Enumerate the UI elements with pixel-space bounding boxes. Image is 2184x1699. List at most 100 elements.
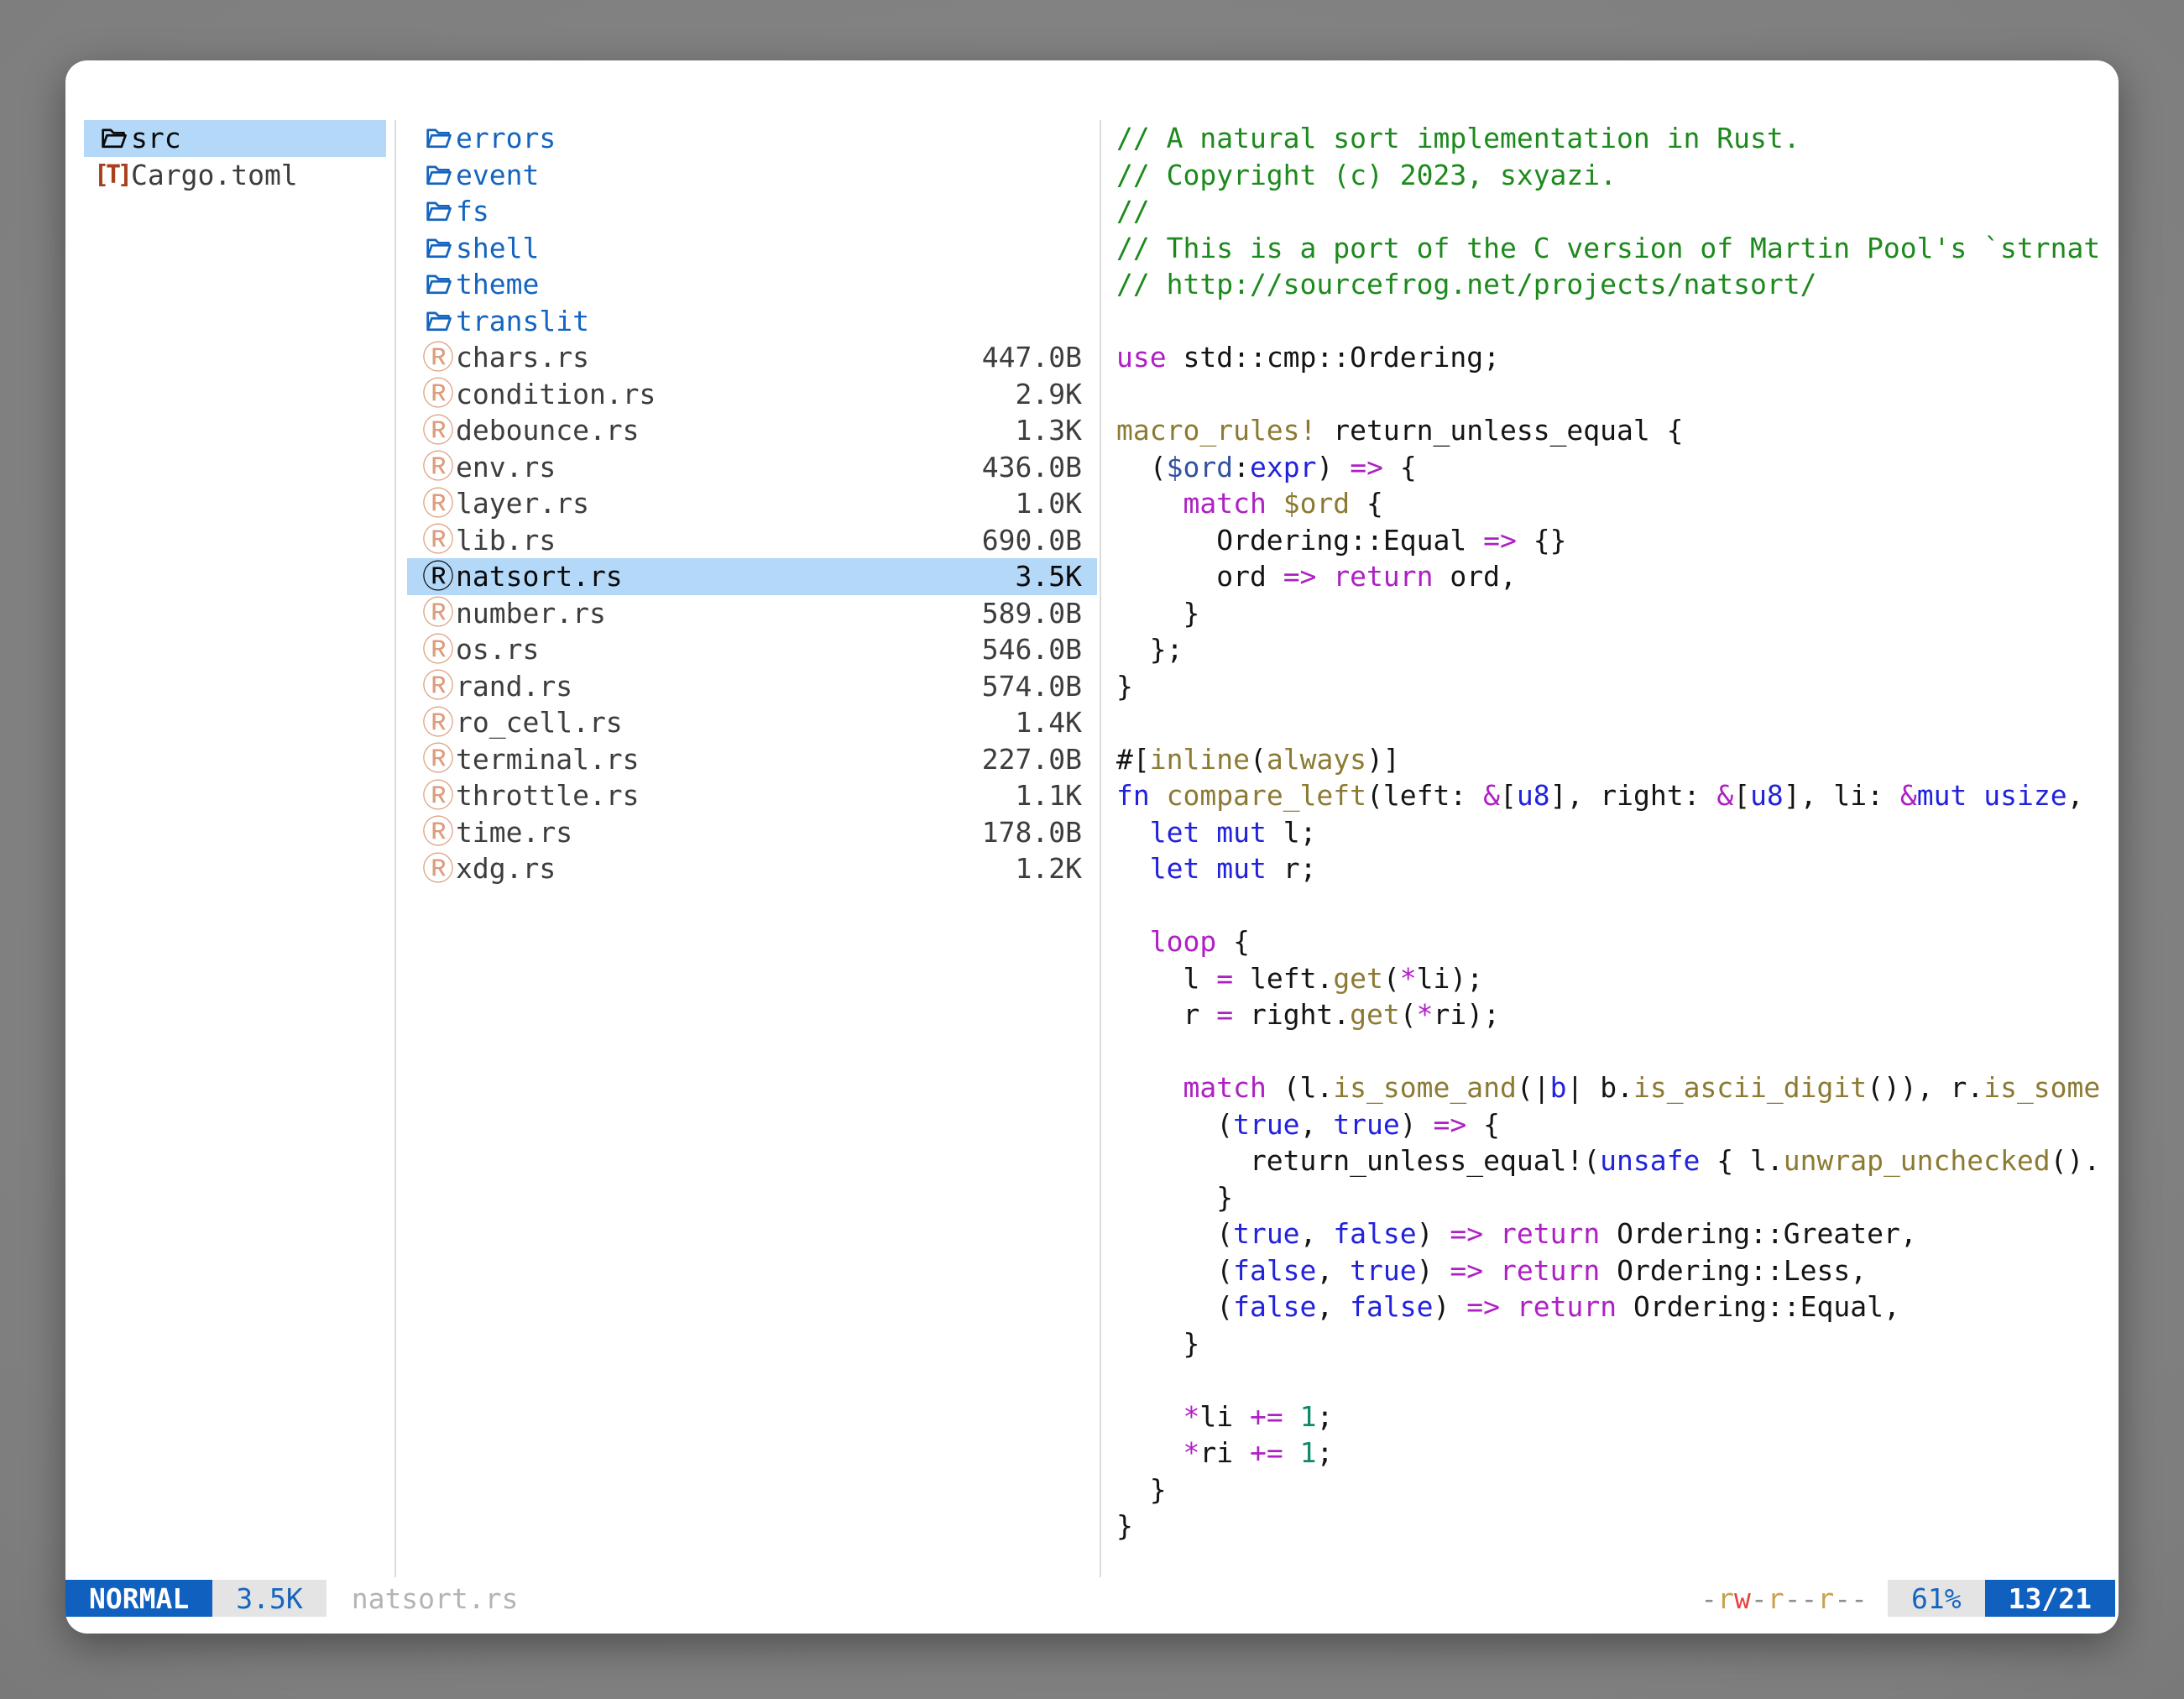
file-entry-condition.rs[interactable]: Ⓡcondition.rs2.9K [407,376,1097,413]
file-entry-terminal.rs[interactable]: Ⓡterminal.rs 227.0B [407,741,1097,778]
code-line: let mut r; [1116,850,2119,887]
file-entry-number.rs[interactable]: Ⓡnumber.rs589.0B [407,595,1097,632]
file-entry-os.rs[interactable]: Ⓡos.rs546.0B [407,631,1097,668]
entry-name: time.rs [456,816,572,849]
dir-entry-errors[interactable]: errors [407,120,1097,157]
file-permissions: -rw-r--r-- [1701,1582,1868,1615]
open-folder-icon [421,303,456,340]
rust-file-icon: Ⓡ [421,668,456,705]
entry-name: translit [456,305,589,337]
rust-file-icon: Ⓡ [421,339,456,376]
code-line: r = right.get(*ri); [1116,996,2119,1033]
code-line: // This is a port of the C version of Ma… [1116,230,2119,267]
entry-name: terminal.rs [456,743,640,776]
file-entry-xdg.rs[interactable]: Ⓡxdg.rs1.2K [407,850,1097,887]
status-file-name: natsort.rs [352,1582,519,1615]
rust-file-icon: Ⓡ [421,850,456,887]
rust-file-icon: Ⓡ [421,485,456,522]
file-entry-chars.rs[interactable]: Ⓡchars.rs447.0B [407,339,1097,376]
file-entry-lib.rs[interactable]: Ⓡlib.rs 690.0B [407,522,1097,559]
file-entry-Cargo.toml[interactable]: [T]Cargo.toml [84,157,386,194]
code-line: #[inline(always)] [1116,741,2119,778]
code-line: (true, false) => return Ordering::Greate… [1116,1215,2119,1252]
dir-entry-theme[interactable]: theme [407,266,1097,303]
open-folder-icon [421,230,456,267]
dir-entry-src[interactable]: src [84,120,386,157]
code-line [1116,1362,2119,1398]
code-line [1116,887,2119,924]
entry-name: lib.rs [456,524,556,557]
file-entry-debounce.rs[interactable]: Ⓡdebounce.rs1.3K [407,412,1097,449]
file-entry-rand.rs[interactable]: Ⓡrand.rs574.0B [407,668,1097,705]
entry-size: 574.0B [982,670,1082,703]
entry-name: layer.rs [456,487,589,520]
file-entry-env.rs[interactable]: Ⓡenv.rs 436.0B [407,449,1097,486]
code-line: match $ord { [1116,485,2119,522]
code-line: *ri += 1; [1116,1435,2119,1472]
rust-file-icon: Ⓡ [421,376,456,413]
code-line: ($ord:expr) => { [1116,449,2119,486]
file-entry-time.rs[interactable]: Ⓡtime.rs 178.0B [407,814,1097,851]
entry-name: Cargo.toml [131,159,298,191]
rust-file-icon: Ⓡ [421,741,456,778]
dir-entry-translit[interactable]: translit [407,303,1097,340]
code-line: // http://sourcefrog.net/projects/natsor… [1116,266,2119,303]
code-line: l = left.get(*li); [1116,960,2119,997]
code-line: macro_rules! return_unless_equal { [1116,412,2119,449]
rust-file-icon: Ⓡ [421,558,456,595]
file-entry-throttle.rs[interactable]: Ⓡthrottle.rs1.1K [407,777,1097,814]
status-bar-right: -rw-r--r-- 61% 13/21 [1701,1580,2119,1617]
entry-name: theme [456,268,539,301]
file-preview-pane: // A natural sort implementation in Rust… [1116,120,2119,1581]
code-line: // A natural sort implementation in Rust… [1116,120,2119,157]
open-folder-icon [421,193,456,230]
code-line: return_unless_equal!(unsafe { l.unwrap_u… [1116,1142,2119,1179]
entry-name: env.rs [456,451,556,484]
current-directory-pane: errorseventfsshell theme translitⓇchars.rs… [407,120,1097,887]
code-line: *li += 1; [1116,1398,2119,1435]
file-manager-window: src[T]Cargo.toml errorseventfsshell theme… [65,60,2119,1634]
open-folder-icon [421,120,456,157]
entry-size: 436.0B [982,451,1082,484]
entry-size: 178.0B [982,816,1082,849]
rust-file-icon: Ⓡ [421,522,456,559]
entry-name: ro_cell.rs [456,706,623,739]
code-line: } [1116,1508,2119,1545]
entry-name: shell [456,232,539,264]
code-line: Ordering::Equal => {} [1116,522,2119,559]
pane-divider-left [394,120,396,1577]
code-line: } [1116,595,2119,632]
cursor-position-indicator: 13/21 [1985,1580,2115,1617]
entry-name: xdg.rs [456,852,556,885]
rust-file-icon: Ⓡ [421,412,456,449]
code-line: match (l.is_some_and(|b| b.is_ascii_digi… [1116,1069,2119,1106]
entry-name: throttle.rs [456,779,640,812]
rust-file-icon: Ⓡ [421,814,456,851]
file-entry-ro_cell.rs[interactable]: Ⓡro_cell.rs1.4K [407,704,1097,741]
code-line: // Copyright (c) 2023, sxyazi. [1116,157,2119,194]
dir-entry-shell[interactable]: shell [407,230,1097,267]
code-line: (true, true) => { [1116,1106,2119,1143]
entry-size: 690.0B [982,524,1082,557]
mode-indicator: NORMAL [65,1580,212,1617]
parent-directory-pane: src[T]Cargo.toml [84,120,386,193]
file-size-indicator: 3.5K [212,1580,326,1617]
file-entry-natsort.rs[interactable]: Ⓡnatsort.rs3.5K [407,558,1097,595]
file-entry-layer.rs[interactable]: Ⓡlayer.rs1.0K [407,485,1097,522]
entry-size: 227.0B [982,743,1082,776]
dir-entry-event[interactable]: event [407,157,1097,194]
code-line: fn compare_left(left: &[u8], right: &[u8… [1116,777,2119,814]
rust-file-icon: Ⓡ [421,704,456,741]
code-line [1116,303,2119,340]
entry-name: debounce.rs [456,414,640,447]
open-folder-icon [421,266,456,303]
pane-divider-right [1100,120,1101,1577]
entry-name: condition.rs [456,378,656,410]
scroll-percent-indicator: 61% [1888,1580,1985,1617]
dir-entry-fs[interactable]: fs [407,193,1097,230]
code-line: (false, false) => return Ordering::Equal… [1116,1289,2119,1325]
entry-name: src [131,122,181,154]
entry-name: natsort.rs [456,560,623,593]
code-line: } [1116,1325,2119,1362]
rust-file-icon: Ⓡ [421,449,456,486]
